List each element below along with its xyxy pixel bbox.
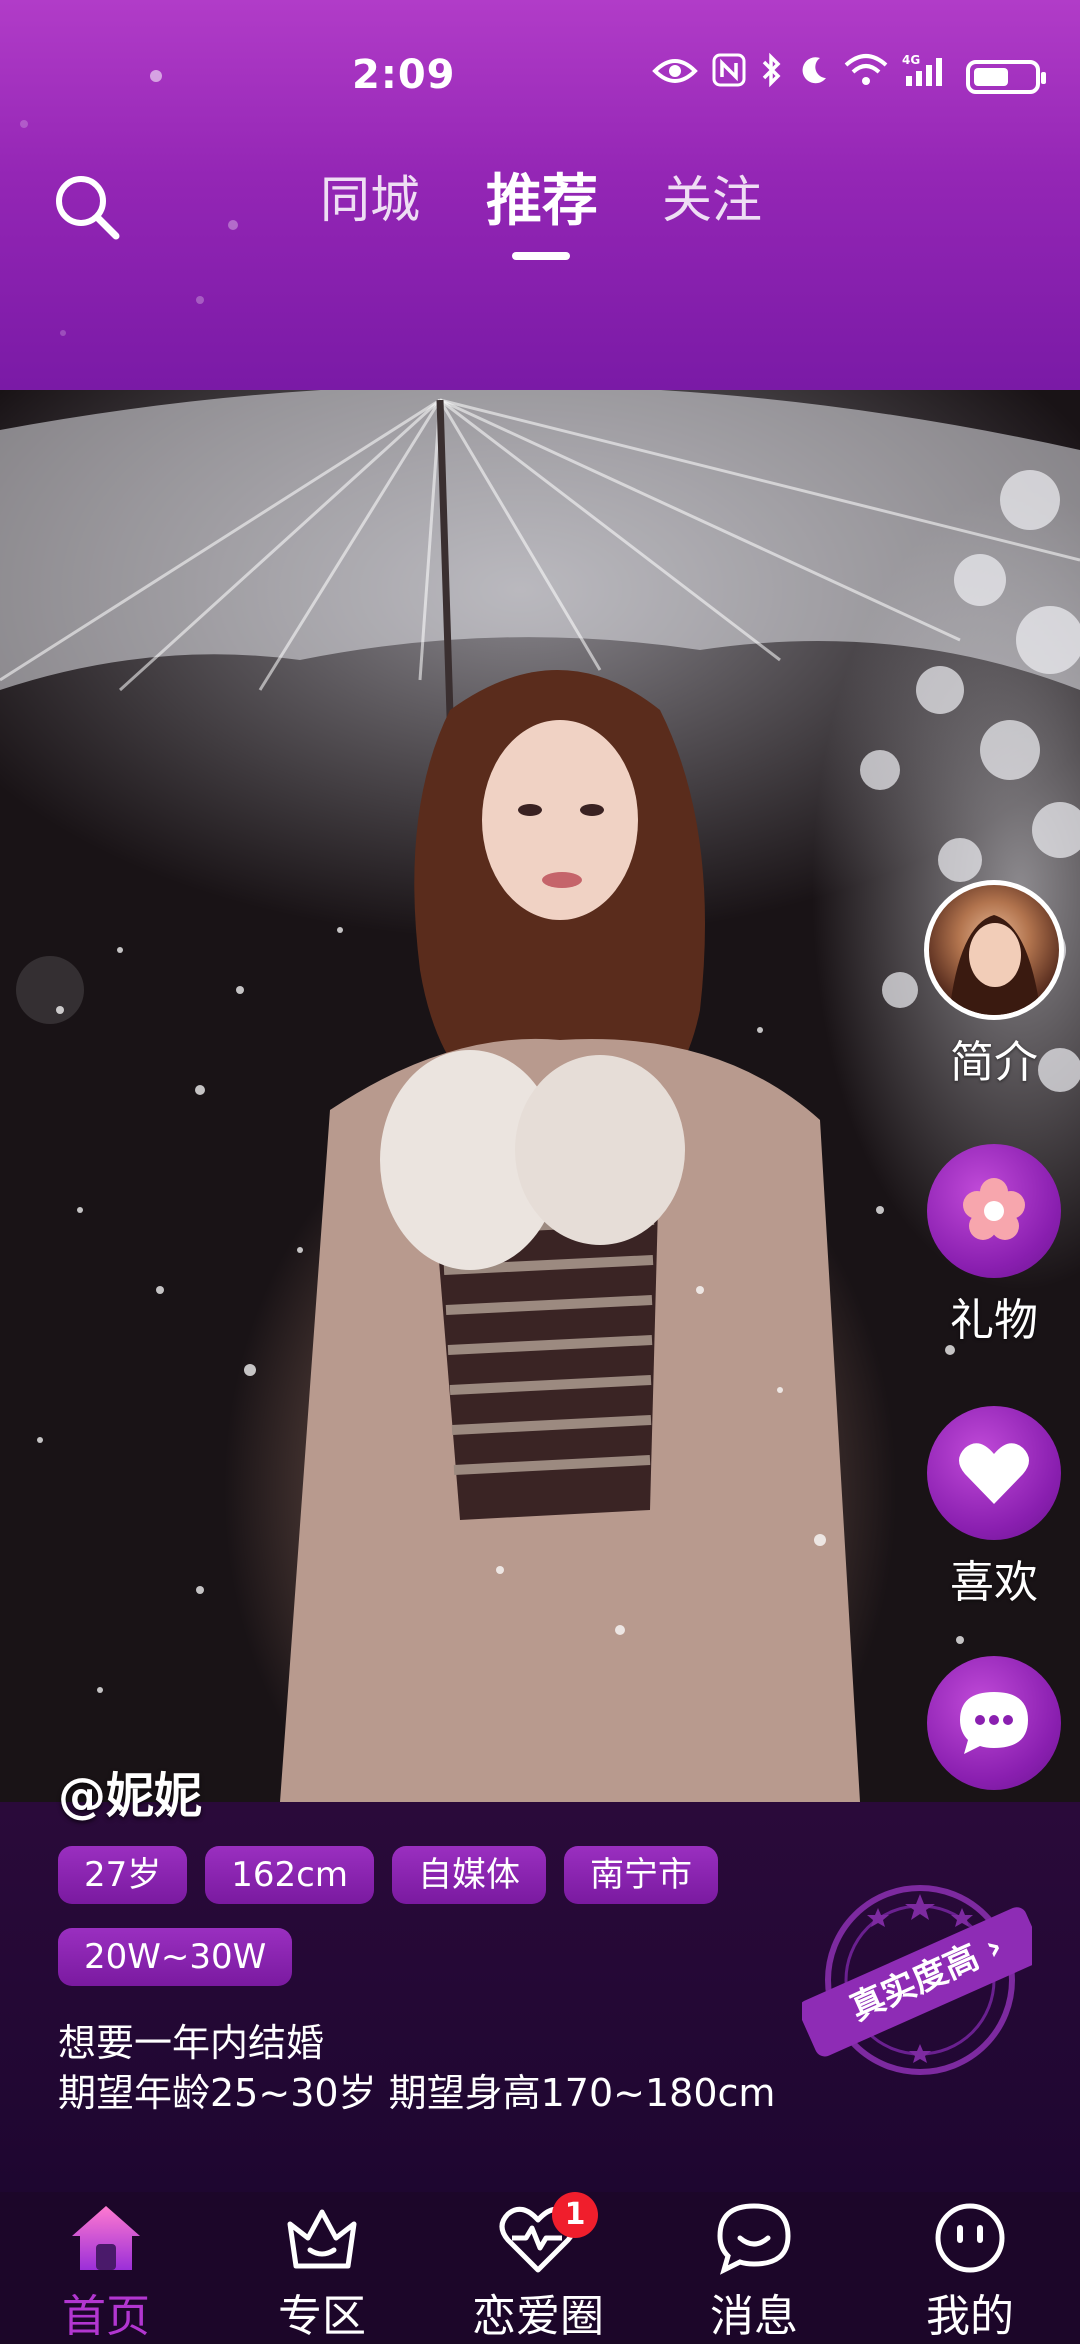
active-tab-indicator [512,252,570,260]
nav-messages-label: 消息 [710,2291,798,2342]
nav-profile[interactable]: 我的 [880,2192,1060,2344]
nav-messages[interactable]: 消息 [664,2192,844,2344]
status-bar: 2:09 4G [0,40,1080,110]
profile-face-icon [935,2203,1005,2273]
home-icon [72,2206,140,2270]
profile-tags: 27岁 162cm 自媒体 南宁市 20W~30W [58,1846,778,2010]
nfc-icon [712,53,746,100]
bluetooth-icon [760,52,784,101]
bottom-navigation: 首页 专区 1 恋爱圈 消息 我的 [0,2192,1080,2342]
avatar [924,880,1064,1020]
chat-bubble-icon [960,1692,1028,1754]
heart-icon [959,1443,1029,1504]
status-time: 2:09 [352,52,456,98]
moon-icon [798,54,830,99]
income-tag: 20W~30W [58,1928,293,1986]
svg-text:4G: 4G [902,53,920,67]
nav-love-circle[interactable]: 1 恋爱圈 [448,2192,628,2344]
profile-intro-label: 简介 [950,1037,1038,1088]
eye-icon [652,55,698,99]
occupation-tag: 自媒体 [391,1846,546,1904]
nav-profile-label: 我的 [926,2291,1014,2342]
tab-local[interactable]: 同城 [320,160,420,232]
nav-home[interactable]: 首页 [16,2192,196,2344]
partner-expectation: 期望年龄25~30岁 期望身高170~180cm [58,2071,776,2115]
profile-photo[interactable] [0,390,1080,1802]
profile-intro-button[interactable]: 简介 [924,880,1064,1090]
nav-zone-label: 专区 [278,2291,366,2342]
like-label: 喜欢 [950,1557,1038,1608]
crown-icon [287,2209,357,2269]
like-button[interactable]: 喜欢 [924,1406,1064,1610]
username[interactable]: @妮妮 [58,1756,202,1826]
authenticity-badge[interactable]: 真实度高 › [798,1880,1044,2080]
notification-badge: 1 [552,2192,598,2238]
feed-tabs: 同城 推荐 关注 [0,160,1080,260]
height-tag: 162cm [205,1846,374,1904]
marriage-intention: 想要一年内结婚 [58,2021,325,2065]
message-icon [717,2203,791,2275]
top-header: 2:09 4G 同城 推荐 关注 [0,0,1080,390]
gift-label: 礼物 [950,1295,1038,1346]
avatar-face-icon [949,915,1041,1015]
nav-zone[interactable]: 专区 [232,2192,412,2344]
photo-illustration [0,390,1080,1802]
flower-gift-icon [963,1178,1025,1240]
nav-home-label: 首页 [62,2291,150,2342]
tab-following[interactable]: 关注 [662,160,762,232]
age-tag: 27岁 [58,1846,188,1904]
wifi-icon [844,53,888,100]
gift-button[interactable]: 礼物 [924,1144,1064,1348]
battery-icon [966,59,1046,94]
cellular-4g-icon: 4G [902,52,952,101]
city-tag: 南宁市 [563,1846,718,1904]
tab-recommended[interactable]: 推荐 [486,156,598,237]
nav-love-circle-label: 恋爱圈 [472,2291,604,2342]
